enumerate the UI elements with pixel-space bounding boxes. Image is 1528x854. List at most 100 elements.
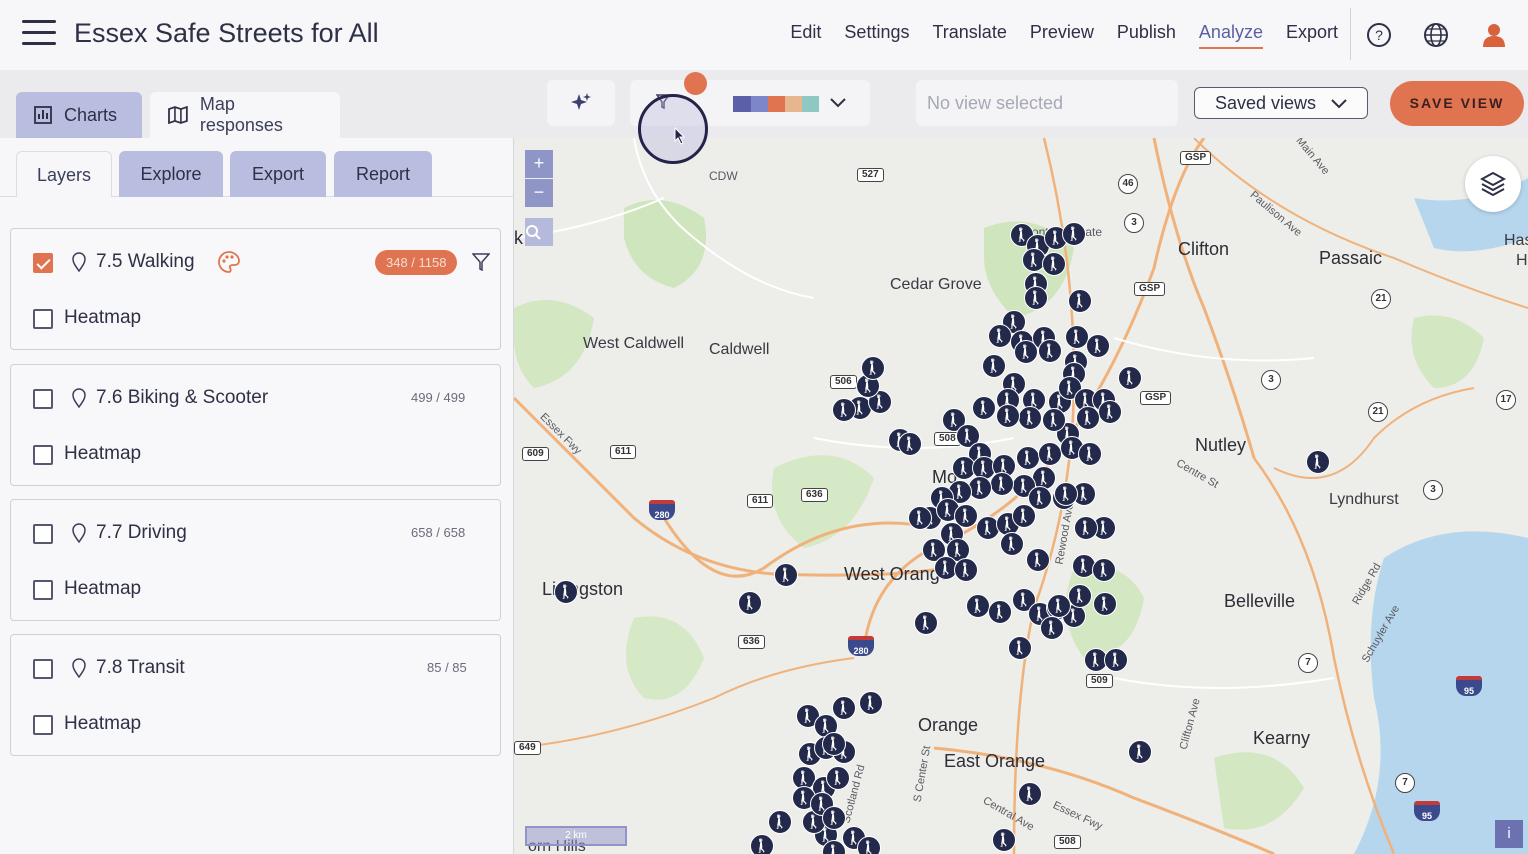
layer-checkbox[interactable]: [33, 253, 53, 273]
walking-response-marker[interactable]: [822, 806, 846, 830]
walking-response-marker[interactable]: [738, 591, 762, 615]
map-layers-button[interactable]: [1465, 156, 1521, 212]
walking-response-marker[interactable]: [914, 611, 938, 635]
walking-response-marker[interactable]: [1068, 584, 1092, 608]
heatmap-checkbox[interactable]: [33, 445, 53, 465]
layer-checkbox[interactable]: [33, 659, 53, 679]
walking-response-marker[interactable]: [1306, 450, 1330, 474]
walking-response-marker[interactable]: [822, 840, 846, 854]
chart-icon: [34, 106, 52, 124]
walking-response-marker[interactable]: [1054, 482, 1078, 506]
route-shield: 21: [1371, 289, 1391, 309]
ai-insights-button[interactable]: [547, 80, 615, 126]
zoom-search-icon[interactable]: [525, 218, 553, 246]
user-icon[interactable]: [1481, 22, 1507, 48]
walking-response-marker[interactable]: [1074, 516, 1098, 540]
layer-checkbox[interactable]: [33, 389, 53, 409]
walking-response-marker[interactable]: [1026, 548, 1050, 572]
interstate-shield: 280: [649, 500, 675, 520]
walking-response-marker[interactable]: [1014, 340, 1038, 364]
walking-response-marker[interactable]: [988, 600, 1012, 624]
layer-label: 7.8 Transit: [96, 657, 185, 678]
walking-response-marker[interactable]: [988, 324, 1012, 348]
response-count: 658 / 658: [411, 525, 466, 540]
nav-analyze[interactable]: Analyze: [1198, 22, 1263, 49]
filter-icon[interactable]: [472, 253, 490, 271]
map-canvas[interactable]: + − Clifton Passaic Cedar Grove West Cal…: [514, 138, 1528, 854]
walking-response-marker[interactable]: [996, 404, 1020, 428]
walking-response-marker[interactable]: [898, 432, 922, 456]
heatmap-label: Heatmap: [64, 307, 142, 328]
map-info-button[interactable]: i: [1495, 820, 1523, 848]
walking-response-marker[interactable]: [992, 828, 1016, 852]
palette-swatch: [768, 96, 785, 112]
walking-response-marker[interactable]: [1000, 532, 1024, 556]
save-view-button[interactable]: SAVE VIEW: [1390, 81, 1524, 126]
help-icon[interactable]: ?: [1366, 22, 1392, 48]
nav-edit[interactable]: Edit: [790, 22, 821, 49]
walking-response-marker[interactable]: [1038, 339, 1062, 363]
zoom-in-button[interactable]: +: [525, 150, 553, 178]
walking-response-marker[interactable]: [1018, 782, 1042, 806]
layer-card-walking: 7.5 Walking 348 / 1158 Heatmap: [10, 228, 501, 350]
walking-response-marker[interactable]: [908, 506, 932, 530]
nav-publish[interactable]: Publish: [1117, 22, 1176, 49]
tab-map-responses[interactable]: Map responses: [150, 92, 340, 138]
route-shield: 508: [1054, 835, 1081, 849]
walking-response-marker[interactable]: [1128, 740, 1152, 764]
walking-response-marker[interactable]: [1098, 400, 1122, 424]
tab-export[interactable]: Export: [230, 151, 326, 197]
walking-response-marker[interactable]: [1008, 636, 1032, 660]
tab-layers[interactable]: Layers: [16, 151, 112, 197]
globe-icon[interactable]: [1423, 22, 1449, 48]
heatmap-checkbox[interactable]: [33, 580, 53, 600]
heatmap-checkbox[interactable]: [33, 309, 53, 329]
walking-response-marker[interactable]: [1018, 406, 1042, 430]
zoom-out-button[interactable]: −: [525, 179, 553, 207]
walking-response-marker[interactable]: [768, 810, 792, 834]
walking-response-marker[interactable]: [1042, 408, 1066, 432]
nav-preview[interactable]: Preview: [1030, 22, 1094, 49]
saved-views-dropdown[interactable]: Saved views: [1194, 87, 1368, 119]
walking-response-marker[interactable]: [750, 834, 774, 854]
walking-response-marker[interactable]: [1062, 222, 1086, 246]
walking-response-marker[interactable]: [554, 580, 578, 604]
nav-settings[interactable]: Settings: [844, 22, 909, 49]
walking-response-marker[interactable]: [1038, 442, 1062, 466]
walking-response-marker[interactable]: [1076, 406, 1100, 430]
interstate-shield: 280: [848, 636, 874, 656]
walking-response-marker[interactable]: [1047, 594, 1071, 618]
heatmap-checkbox[interactable]: [33, 715, 53, 735]
walking-response-marker[interactable]: [990, 472, 1014, 496]
walking-response-marker[interactable]: [859, 691, 883, 715]
walking-response-marker[interactable]: [1078, 442, 1102, 466]
walking-response-marker[interactable]: [1092, 558, 1116, 582]
walking-response-marker[interactable]: [1068, 289, 1092, 313]
walking-response-marker[interactable]: [861, 356, 885, 380]
walking-response-marker[interactable]: [1086, 334, 1110, 358]
walking-response-marker[interactable]: [1024, 286, 1048, 310]
nav-translate[interactable]: Translate: [932, 22, 1006, 49]
walking-response-marker[interactable]: [1028, 486, 1052, 510]
walking-response-marker[interactable]: [832, 398, 856, 422]
walking-response-marker[interactable]: [822, 732, 846, 756]
walking-response-marker[interactable]: [954, 558, 978, 582]
walking-response-marker[interactable]: [774, 563, 798, 587]
tab-report[interactable]: Report: [334, 151, 432, 197]
walking-response-marker[interactable]: [1093, 592, 1117, 616]
walking-response-marker[interactable]: [857, 836, 881, 854]
walking-response-marker[interactable]: [1118, 366, 1142, 390]
place-label: Cedar Grove: [890, 276, 982, 293]
walking-response-marker[interactable]: [1040, 616, 1064, 640]
palette-icon[interactable]: [217, 250, 241, 274]
menu-icon[interactable]: [22, 20, 56, 48]
walking-response-marker[interactable]: [826, 766, 850, 790]
walking-response-marker[interactable]: [1104, 648, 1128, 672]
walking-response-marker[interactable]: [966, 594, 990, 618]
tab-explore[interactable]: Explore: [119, 151, 223, 197]
place-label: Has: [1504, 232, 1528, 249]
nav-export[interactable]: Export: [1286, 22, 1338, 49]
walking-response-marker[interactable]: [972, 396, 996, 420]
layer-checkbox[interactable]: [33, 524, 53, 544]
tab-charts[interactable]: Charts: [16, 92, 142, 138]
